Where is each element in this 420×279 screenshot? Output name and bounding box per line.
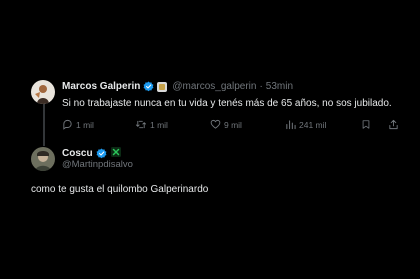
separator-dot: · bbox=[259, 81, 263, 92]
bookmark-button[interactable] bbox=[361, 119, 374, 130]
verified-icon bbox=[143, 81, 154, 92]
author-name[interactable]: Marcos Galperin bbox=[62, 81, 140, 92]
bookmark-icon bbox=[362, 120, 370, 129]
affiliate-badge-icon bbox=[157, 81, 168, 92]
reply-button[interactable]: 1 mil bbox=[62, 119, 94, 130]
retweet-button[interactable]: 1 mil bbox=[135, 119, 168, 130]
avatar-marcos[interactable] bbox=[31, 80, 55, 104]
views-icon bbox=[286, 120, 296, 130]
thread-line bbox=[43, 100, 45, 146]
reply-count: 1 mil bbox=[76, 119, 94, 130]
views-button[interactable]: 241 mil bbox=[285, 119, 326, 130]
reply-author-name[interactable]: Coscu bbox=[62, 148, 93, 159]
reply-text: como te gusta el quilombo Galperinardo bbox=[31, 184, 209, 195]
like-count: 9 mil bbox=[224, 119, 242, 130]
retweet-count: 1 mil bbox=[150, 119, 168, 130]
tweet-time[interactable]: 53min bbox=[266, 81, 293, 92]
views-count: 241 mil bbox=[299, 119, 327, 130]
like-button[interactable]: 9 mil bbox=[210, 119, 242, 130]
verified-icon bbox=[96, 148, 107, 159]
tweet-text: Si no trabajaste nunca en tu vida y tené… bbox=[62, 98, 392, 109]
author-handle[interactable]: @marcos_galperin bbox=[172, 81, 256, 92]
reply-icon bbox=[63, 119, 72, 130]
heart-icon bbox=[210, 119, 221, 129]
reply-author-handle[interactable]: @Martinpdisalvo bbox=[62, 159, 133, 170]
retweet-icon bbox=[135, 120, 147, 129]
action-bar: 1 mil 1 mil 9 mil 241 mil bbox=[62, 119, 402, 133]
share-icon bbox=[389, 119, 398, 130]
avatar-coscu[interactable] bbox=[31, 147, 55, 171]
share-button[interactable] bbox=[388, 119, 402, 130]
parent-tweet-header: Marcos Galperin @marcos_galperin · 53min bbox=[62, 81, 293, 92]
